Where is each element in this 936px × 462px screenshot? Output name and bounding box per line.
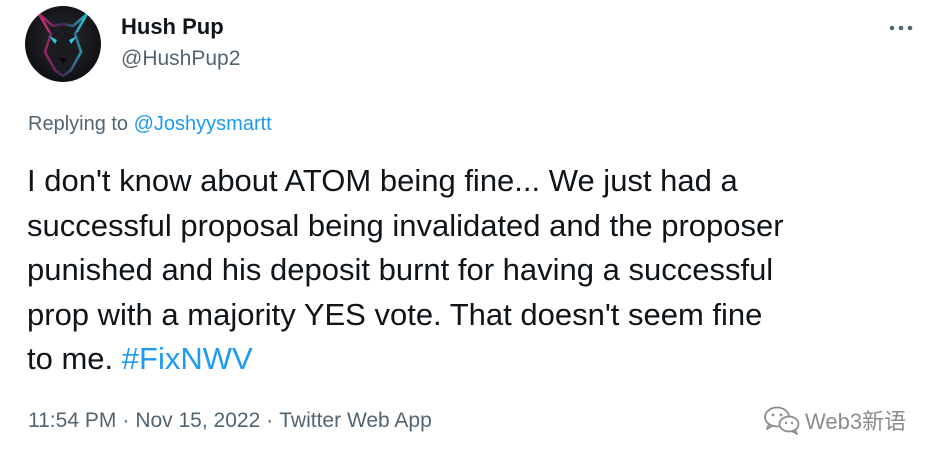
hashtag-link[interactable]: #FixNWV — [122, 341, 253, 376]
meta-separator: · — [266, 409, 274, 432]
tweet-text-line: successful proposal being invalidated an… — [27, 207, 784, 243]
tweet-text-line: prop with a majority YES vote. That does… — [27, 296, 763, 332]
watermark-text: Web3新语 — [805, 409, 907, 434]
tweet-text-line: I don't know about ATOM being fine... We… — [27, 163, 738, 198]
watermark: Web3新语 — [763, 403, 906, 437]
more-horizontal-icon — [889, 25, 913, 31]
meta-separator: · — [122, 409, 130, 432]
tweet-date[interactable]: Nov 15, 2022 — [135, 409, 260, 432]
more-options-button[interactable] — [886, 15, 916, 41]
author-display-name[interactable]: Hush Pup — [121, 14, 224, 40]
author-avatar[interactable] — [25, 6, 101, 82]
replying-to-label: Replying to — [28, 113, 129, 135]
tweet-card: Hush Pup @HushPup2 Replying to @Joshyysm… — [0, 0, 936, 462]
wolf-avatar-icon — [25, 6, 101, 82]
tweet-text-line-last: to me. #FixNWV — [27, 337, 917, 382]
reply-mention-link[interactable]: @Joshyysmartt — [134, 113, 272, 135]
replying-to: Replying to @Joshyysmartt — [28, 113, 272, 136]
tweet-text-line: punished and his deposit burnt for havin… — [27, 252, 774, 287]
author-handle[interactable]: @HushPup2 — [121, 47, 240, 71]
wechat-icon — [764, 406, 800, 435]
tweet-text: I don't know about ATOM being fine... We… — [27, 159, 917, 382]
tweet-text-end: to me. — [27, 341, 114, 376]
tweet-metadata: 11:54 PM · Nov 15, 2022 · Twitter Web App — [28, 409, 432, 433]
tweet-time[interactable]: 11:54 PM — [28, 409, 116, 432]
tweet-source[interactable]: Twitter Web App — [279, 409, 432, 432]
